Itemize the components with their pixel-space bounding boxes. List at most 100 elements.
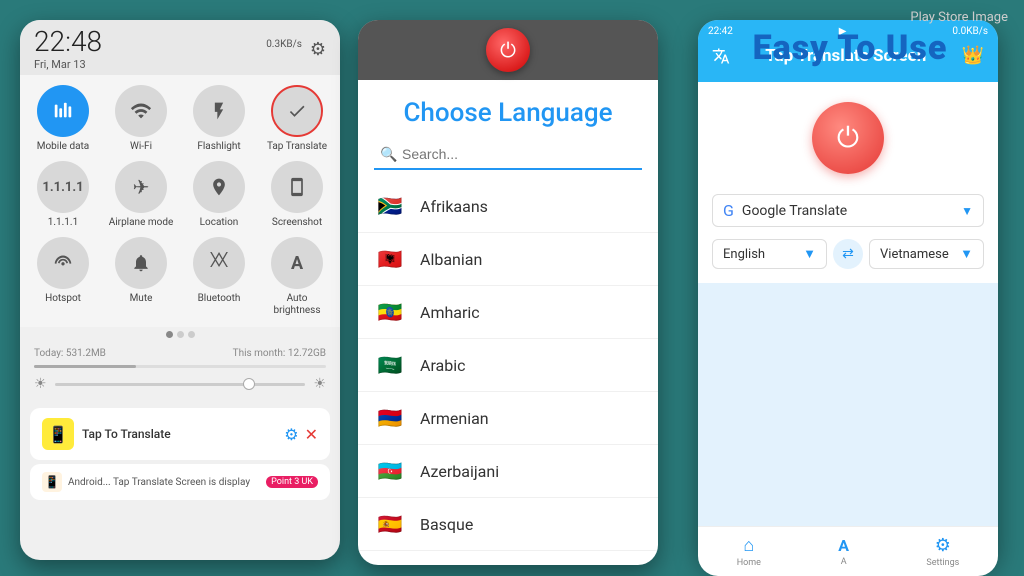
tile-mobile-data[interactable]: Mobile data	[28, 85, 98, 153]
lang-afrikaans: Afrikaans	[420, 197, 488, 216]
tile-bluetooth[interactable]: ⯵ Bluetooth	[184, 237, 254, 317]
list-item[interactable]: 🇸🇦 Arabic	[358, 339, 658, 392]
power-button-large[interactable]: ⏻	[812, 102, 884, 174]
phone3-screen: 22:42 ▶ 0.0KB/s Tap Translate Screen 👑 ⏻…	[698, 20, 998, 565]
phone2-screen: ⏻ Choose Language 🔍 🇿🇦 Afrikaans 🇦🇱 Alba…	[358, 20, 658, 565]
tile-screenshot[interactable]: Screenshot	[262, 161, 332, 229]
notif-app-icon: 📱	[42, 418, 74, 450]
tile-auto-brightness[interactable]: A Auto brightness	[262, 237, 332, 317]
mobile-data-icon	[37, 85, 89, 137]
brightness-low-icon: ☀	[34, 376, 47, 392]
dot-active	[166, 331, 173, 338]
tile-wifi-label: Wi-Fi	[130, 141, 152, 153]
flag-amharic: 🇪🇹	[374, 296, 406, 328]
choose-language-title: Choose Language	[358, 80, 658, 140]
tile-location[interactable]: Location	[184, 161, 254, 229]
source-lang-selector[interactable]: English ▼	[712, 239, 827, 269]
phone3-bottom-nav: ⌂ Home A A ⚙ Settings	[698, 526, 998, 576]
notif-actions: ⚙ ✕	[284, 425, 318, 444]
tile-airplane-label: Airplane mode	[109, 217, 174, 229]
translate-engine-name: Google Translate	[742, 203, 953, 219]
mute-icon	[115, 237, 167, 289]
lang-amharic: Amharic	[420, 303, 480, 322]
brightness-thumb	[243, 378, 255, 390]
nav-translate[interactable]: A A	[838, 536, 849, 567]
list-item[interactable]: 🇦🇲 Armenian	[358, 392, 658, 445]
flag-albanian: 🇦🇱	[374, 243, 406, 275]
target-lang-arrow: ▼	[960, 246, 973, 262]
auto-brightness-icon: A	[271, 237, 323, 289]
notif-title: Tap To Translate	[82, 427, 276, 441]
one-icon: 1.1.1.1	[37, 161, 89, 213]
power-button-wrap: ⏻	[712, 102, 984, 174]
phone2-top: ⏻	[358, 20, 658, 80]
flag-arabic: 🇸🇦	[374, 349, 406, 381]
tile-1111-label: 1.1.1.1	[48, 217, 78, 229]
tile-flashlight-label: Flashlight	[197, 141, 240, 153]
lang-selector-row: English ▼ ⇄ Vietnamese ▼	[712, 239, 984, 269]
tile-hotspot-label: Hotspot	[45, 293, 81, 305]
bluetooth-icon: ⯵	[193, 237, 245, 289]
easy-to-use-label: Easy To Use	[753, 28, 948, 68]
tile-auto-brightness-label: Auto brightness	[262, 293, 332, 317]
hotspot-icon	[37, 237, 89, 289]
bottom-notification[interactable]: 📱 Android... Tap Translate Screen is dis…	[30, 464, 330, 500]
engine-dropdown-arrow: ▼	[961, 204, 973, 218]
phone1-status-icons: 0.3KB/s	[266, 39, 302, 50]
tile-mute[interactable]: Mute	[106, 237, 176, 317]
translate-engine-row[interactable]: G Google Translate ▼	[712, 194, 984, 227]
list-item[interactable]: 🇪🇸 Basque	[358, 498, 658, 551]
flag-armenian: 🇦🇲	[374, 402, 406, 434]
storage-today: Today: 531.2MB	[34, 348, 106, 359]
quick-tiles-grid: Mobile data Wi-Fi Flashlight Tap Transla…	[20, 75, 340, 327]
swap-languages-button[interactable]: ⇄	[833, 239, 863, 269]
tile-1111[interactable]: 1.1.1.1 1.1.1.1	[28, 161, 98, 229]
nav-home[interactable]: ⌂ Home	[737, 535, 761, 568]
tile-flashlight[interactable]: Flashlight	[184, 85, 254, 153]
tile-tap-translate[interactable]: Tap Translate	[262, 85, 332, 153]
notif-gear-icon[interactable]: ⚙	[284, 425, 298, 444]
nav-settings[interactable]: ⚙ Settings	[926, 535, 959, 568]
bottom-notif-icon: 📱	[42, 472, 62, 492]
storage-info: Today: 531.2MB This month: 12.72GB	[20, 342, 340, 365]
dot-inactive2	[188, 331, 195, 338]
translate-nav-label: A	[841, 557, 847, 567]
power-button-red[interactable]: ⏻	[486, 28, 530, 72]
target-lang-selector[interactable]: Vietnamese ▼	[869, 239, 984, 269]
tap-translate-icon	[271, 85, 323, 137]
tile-wifi[interactable]: Wi-Fi	[106, 85, 176, 153]
language-search-input[interactable]	[374, 140, 642, 170]
notif-badge: Point 3 UK	[266, 476, 318, 488]
tile-mute-label: Mute	[130, 293, 153, 305]
list-item[interactable]: 🇦🇱 Albanian	[358, 233, 658, 286]
tile-location-label: Location	[200, 217, 239, 229]
lang-azerbaijani: Azerbaijani	[420, 462, 499, 481]
brightness-slider[interactable]	[55, 383, 306, 386]
flag-azerbaijani: 🇦🇿	[374, 455, 406, 487]
google-translate-logo: G	[723, 201, 734, 220]
play-store-label: Play Store Image	[910, 10, 1008, 25]
notif-close-icon[interactable]: ✕	[305, 425, 318, 444]
lang-basque: Basque	[420, 515, 473, 534]
list-item[interactable]: 🇧🇾 Belarusian	[358, 551, 658, 565]
gear-icon[interactable]: ⚙	[310, 39, 326, 60]
tile-mobile-data-label: Mobile data	[37, 141, 90, 153]
location-icon	[193, 161, 245, 213]
flag-belarusian: 🇧🇾	[374, 561, 406, 565]
settings-icon: ⚙	[935, 535, 951, 556]
tile-bluetooth-label: Bluetooth	[198, 293, 241, 305]
tile-hotspot[interactable]: Hotspot	[28, 237, 98, 317]
tile-tap-translate-label: Tap Translate	[267, 141, 327, 153]
screenshot-icon	[271, 161, 323, 213]
phone1-time: 22:48	[34, 28, 102, 56]
home-label: Home	[737, 558, 761, 568]
flag-basque: 🇪🇸	[374, 508, 406, 540]
list-item[interactable]: 🇪🇹 Amharic	[358, 286, 658, 339]
tile-airplane[interactable]: ✈ Airplane mode	[106, 161, 176, 229]
tap-translate-notification[interactable]: 📱 Tap To Translate ⚙ ✕	[30, 408, 330, 460]
list-item[interactable]: 🇦🇿 Azerbaijani	[358, 445, 658, 498]
source-lang-label: English	[723, 247, 765, 262]
list-item[interactable]: 🇿🇦 Afrikaans	[358, 180, 658, 233]
airplane-icon: ✈	[115, 161, 167, 213]
lang-albanian: Albanian	[420, 250, 482, 269]
